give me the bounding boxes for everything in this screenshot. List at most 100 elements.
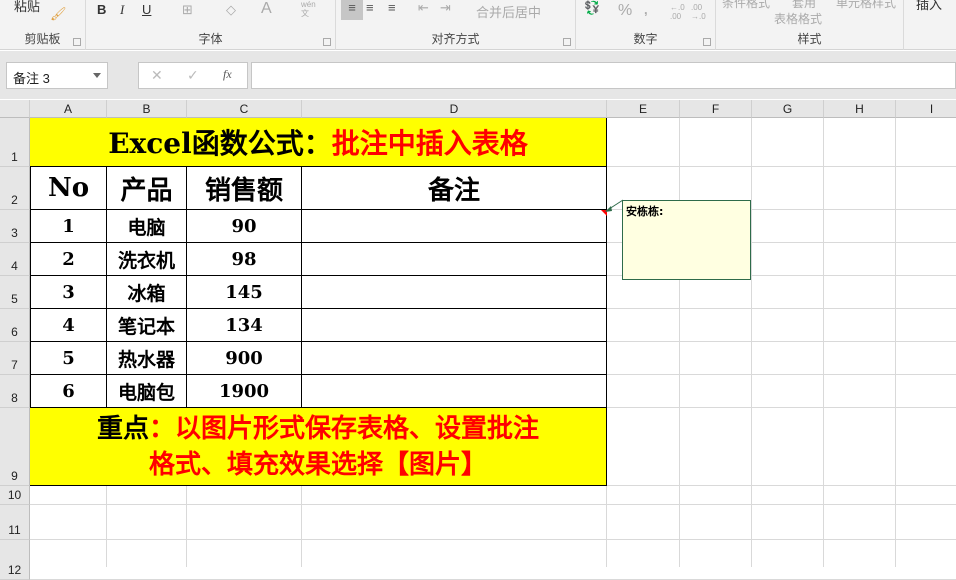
align-center-button[interactable]: ≡: [366, 0, 374, 15]
enter-icon[interactable]: ✓: [187, 67, 199, 84]
table-format-button[interactable]: 表格格式: [774, 10, 822, 27]
column-header-A[interactable]: A: [30, 100, 107, 118]
header-cell[interactable]: 产品: [107, 167, 187, 210]
align-left-button[interactable]: ≡: [341, 0, 363, 20]
accounting-format-icon[interactable]: 💱: [584, 0, 600, 16]
ribbon: 粘贴 🖌 剪贴板 B I U ⊞ ◇ A wén 文 字体 ≡ ≡ ≡ ⇤ ⇥ …: [0, 0, 956, 50]
table-cell[interactable]: 90: [187, 210, 302, 243]
row-header-3[interactable]: 3: [0, 210, 30, 243]
title-black: Excel函数公式：: [108, 127, 332, 160]
table-cell[interactable]: 电脑包: [107, 375, 187, 408]
formula-buttons: ✕ ✓ fx: [138, 62, 248, 89]
chevron-down-icon[interactable]: [93, 73, 101, 78]
font-launcher-icon[interactable]: [323, 38, 331, 46]
format-painter-icon[interactable]: 🖌: [50, 6, 67, 22]
table-cell[interactable]: 900: [187, 342, 302, 375]
row-header-9[interactable]: 9: [0, 408, 30, 486]
table-cell[interactable]: 冰箱: [107, 276, 187, 309]
table-cell[interactable]: [302, 309, 607, 342]
row-header-5[interactable]: 5: [0, 276, 30, 309]
header-cell[interactable]: No: [30, 167, 107, 210]
title-cell[interactable]: Excel函数公式： 批注中插入表格: [30, 118, 607, 167]
table-cell[interactable]: 3: [30, 276, 107, 309]
merge-center-button[interactable]: 合并后居中: [476, 2, 541, 21]
table-cell[interactable]: 洗衣机: [107, 243, 187, 276]
font-color-button[interactable]: A: [261, 0, 272, 18]
title-red: 批注中插入表格: [331, 127, 528, 160]
table-cell[interactable]: 1: [30, 210, 107, 243]
alignment-launcher-icon[interactable]: [563, 38, 571, 46]
table-cell[interactable]: 2: [30, 243, 107, 276]
border-icon[interactable]: ⊞: [182, 2, 193, 18]
row-header-10[interactable]: 10: [0, 486, 30, 505]
conditional-format-button[interactable]: 条件格式: [722, 0, 770, 11]
row-header-6[interactable]: 6: [0, 309, 30, 342]
fill-color-icon[interactable]: ◇: [226, 2, 236, 18]
column-header-I[interactable]: I: [896, 100, 956, 118]
table-cell[interactable]: 134: [187, 309, 302, 342]
column-header-C[interactable]: C: [187, 100, 302, 118]
row-number: 8: [11, 391, 18, 405]
styles-label: 样式: [797, 32, 822, 46]
increase-indent-icon[interactable]: ⇥: [440, 0, 451, 16]
formula-input[interactable]: [251, 62, 956, 89]
row-header-2[interactable]: 2: [0, 167, 30, 210]
row-header-11[interactable]: 11: [0, 505, 30, 540]
bold-button[interactable]: B: [97, 2, 106, 17]
row-number: 2: [11, 193, 18, 207]
row-header-1[interactable]: 1: [0, 118, 30, 167]
row-header-7[interactable]: 7: [0, 342, 30, 375]
table-cell[interactable]: 热水器: [107, 342, 187, 375]
table-cell[interactable]: 6: [30, 375, 107, 408]
header-cell[interactable]: 备注: [302, 167, 607, 210]
row-header-4[interactable]: 4: [0, 243, 30, 276]
cell-styles-button[interactable]: 单元格样式: [836, 0, 896, 11]
italic-button[interactable]: I: [120, 2, 124, 18]
table-cell[interactable]: 电脑: [107, 210, 187, 243]
header-cell[interactable]: 销售额: [187, 167, 302, 210]
align-right-button[interactable]: ≡: [388, 0, 396, 15]
column-header-F[interactable]: F: [680, 100, 752, 118]
select-all-button[interactable]: [0, 100, 30, 118]
column-header-G[interactable]: G: [752, 100, 824, 118]
column-header-B[interactable]: B: [107, 100, 187, 118]
table-cell[interactable]: 4: [30, 309, 107, 342]
note-cell[interactable]: 重点：以图片形式保存表格、设置批注 格式、填充效果选择【图片】: [30, 408, 607, 486]
underline-button[interactable]: U: [142, 2, 151, 17]
row-number: 4: [11, 259, 18, 273]
table-cell[interactable]: 1900: [187, 375, 302, 408]
insert-button[interactable]: 插入: [916, 0, 942, 13]
decrease-decimal-button[interactable]: .00 →.0: [691, 3, 707, 21]
decrease-indent-icon[interactable]: ⇤: [418, 0, 429, 16]
increase-decimal-button[interactable]: ←.0 .00: [670, 3, 686, 21]
number-label: 数字: [633, 32, 658, 46]
cancel-icon[interactable]: ✕: [151, 67, 163, 84]
row-number: 6: [11, 325, 18, 339]
row-header-12[interactable]: 12: [0, 540, 30, 580]
column-header-H[interactable]: H: [824, 100, 896, 118]
insert-function-icon[interactable]: fx: [223, 67, 232, 82]
table-cell[interactable]: [302, 243, 607, 276]
comment-box[interactable]: 安栋栋:: [622, 200, 751, 280]
table-cell[interactable]: [302, 210, 607, 243]
column-header-D[interactable]: D: [302, 100, 607, 118]
table-cell[interactable]: 98: [187, 243, 302, 276]
name-box-value: 备注 3: [13, 71, 50, 86]
table-cell[interactable]: 145: [187, 276, 302, 309]
table-cell[interactable]: 5: [30, 342, 107, 375]
gridline: [895, 118, 896, 567]
clipboard-launcher-icon[interactable]: [73, 38, 81, 46]
table-cell[interactable]: [302, 342, 607, 375]
paste-button[interactable]: 粘贴: [14, 0, 40, 15]
phonetic-button[interactable]: wén 文: [301, 0, 316, 18]
name-box[interactable]: 备注 3: [6, 62, 108, 89]
table-cell[interactable]: [302, 375, 607, 408]
percent-button[interactable]: %: [618, 2, 632, 20]
note-red-2: 格式、填充效果选择【图片】: [148, 449, 487, 480]
number-launcher-icon[interactable]: [703, 38, 711, 46]
column-header-E[interactable]: E: [607, 100, 680, 118]
table-cell[interactable]: [302, 276, 607, 309]
comma-button[interactable]: ,: [644, 2, 648, 17]
row-header-8[interactable]: 8: [0, 375, 30, 408]
table-cell[interactable]: 笔记本: [107, 309, 187, 342]
